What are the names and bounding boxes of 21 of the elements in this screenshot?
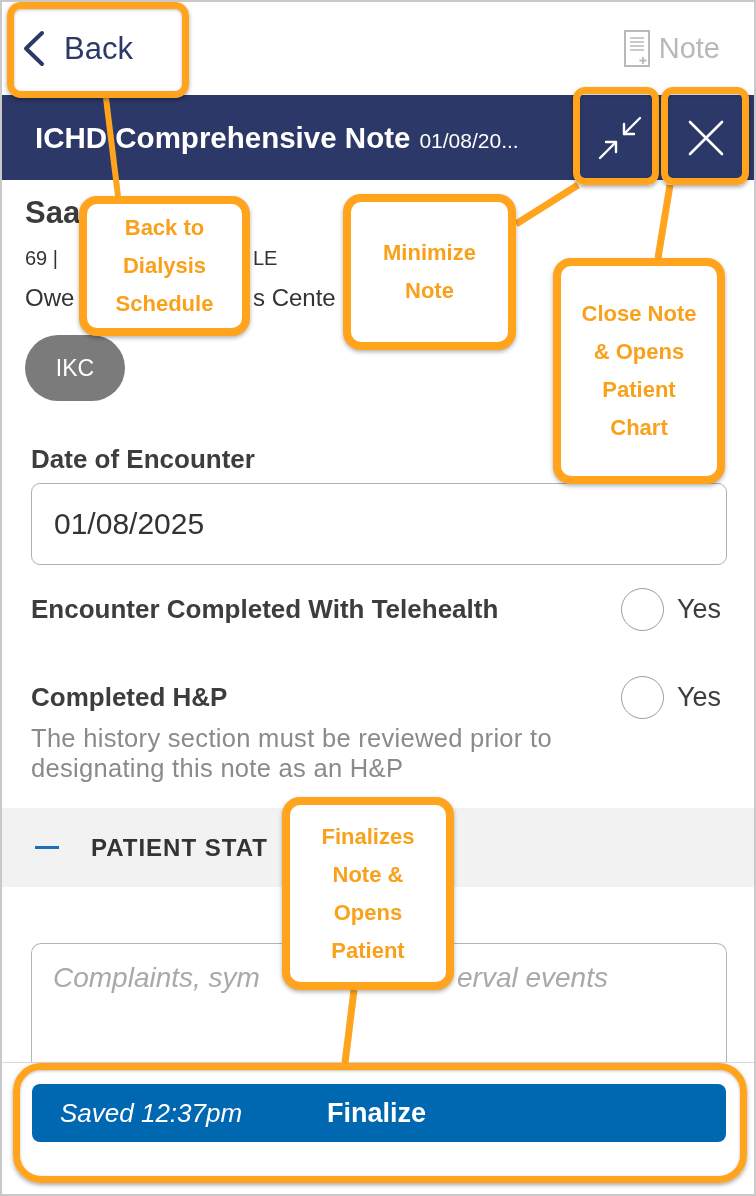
note-title: ICHD Comprehensive Note: [35, 120, 411, 155]
question-label: Encounter Completed With Telehealth: [31, 593, 499, 625]
option-label: Yes: [677, 681, 723, 713]
question-label: Completed H&P: [31, 681, 228, 713]
patient-name: Saa: [25, 195, 81, 231]
patient-tag: IKC: [25, 335, 125, 401]
help-text: The history section must be reviewed prior to designating this note as an H&P: [31, 723, 553, 783]
placeholder-text: erval events: [457, 961, 608, 995]
field-label: Date of Encounter: [31, 444, 255, 474]
callout-tooltip: Finalizes Note & Opens Patient: [282, 797, 454, 990]
patient-details-text: LE: [253, 246, 278, 271]
option-label: Yes: [677, 593, 723, 625]
patient-details-text: 69 |: [25, 246, 58, 271]
note-date: 01/08/20...: [419, 128, 519, 153]
patient-location-text: Owe: [25, 283, 75, 313]
placeholder-text: Complaints, sym: [53, 961, 260, 995]
saved-status: Saved 12:37pm: [60, 1097, 244, 1129]
callout-tooltip: Back to Dialysis Schedule: [79, 196, 250, 336]
callout-tooltip: Close Note & Opens Patient Chart: [553, 258, 725, 484]
callout-tooltip: Minimize Note: [343, 194, 516, 350]
patient-location-text: s Cente: [253, 283, 336, 313]
